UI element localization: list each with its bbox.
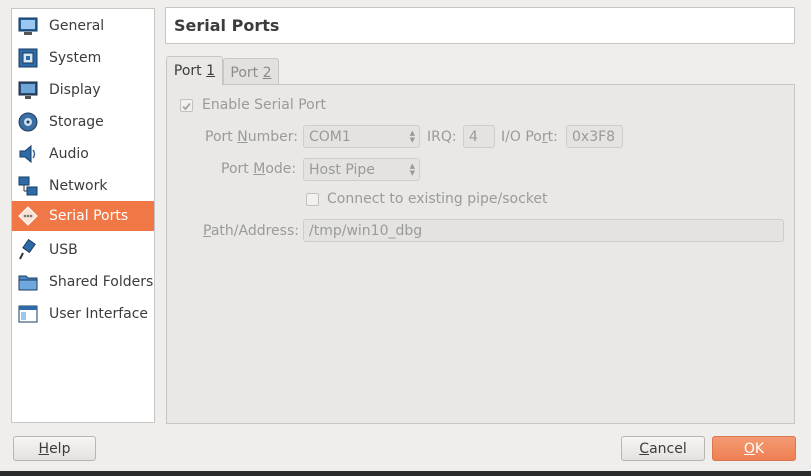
port-number-select[interactable]: COM1 ▲ ▼	[303, 125, 420, 148]
connect-existing-pipe-label: Connect to existing pipe/socket	[327, 191, 548, 207]
label-mnemonic: M	[253, 161, 266, 177]
connect-existing-pipe-checkbox[interactable]	[306, 193, 319, 206]
io-port-field[interactable]: 0x3F8	[566, 125, 623, 148]
label-part: ath/Address:	[210, 223, 299, 239]
sidebar-item-label: USB	[49, 242, 78, 258]
sidebar-item-storage[interactable]: Storage	[12, 107, 154, 137]
enable-serial-port-checkbox[interactable]	[180, 99, 193, 112]
path-address-label: Path/Address:	[203, 223, 299, 239]
sidebar-item-system[interactable]: System	[12, 43, 154, 73]
select-spin-icon: ▲ ▼	[409, 129, 415, 144]
path-address-field[interactable]: /tmp/win10_dbg	[303, 219, 784, 242]
button-mnemonic: O	[743, 440, 755, 457]
tab-label-mnemonic: 2	[262, 64, 272, 81]
settings-sidebar: General System Display Storage Audio Net…	[11, 8, 155, 423]
sidebar-item-display[interactable]: Display	[12, 75, 154, 105]
cancel-button[interactable]: Cancel	[621, 436, 705, 461]
port-mode-select[interactable]: Host Pipe ▲ ▼	[303, 158, 420, 181]
page-header: Serial Ports	[165, 7, 795, 44]
label-part: Port	[221, 161, 254, 177]
tab-port-1[interactable]: Port 1	[166, 56, 223, 85]
display-monitor-icon	[18, 81, 38, 99]
page-title: Serial Ports	[174, 16, 280, 35]
label-mnemonic: P	[203, 223, 211, 239]
tab-label: Port 2	[230, 65, 271, 81]
tab-label-mnemonic: 1	[206, 63, 216, 79]
serial-port-icon	[18, 206, 38, 226]
sidebar-item-shared-folders[interactable]: Shared Folders	[12, 267, 154, 297]
sidebar-item-network[interactable]: Network	[12, 171, 154, 201]
io-port-value: 0x3F8	[572, 128, 616, 145]
tab-label-prefix: Port	[173, 63, 207, 79]
button-label: ancel	[649, 440, 687, 457]
label-part: Port	[205, 129, 238, 145]
select-spin-icon: ▲ ▼	[409, 162, 415, 177]
user-interface-icon	[18, 305, 38, 323]
button-mnemonic: H	[38, 440, 50, 457]
irq-label: IRQ:	[427, 129, 457, 145]
io-port-label: I/O Port:	[501, 129, 558, 145]
tab-label-prefix: Port	[230, 64, 263, 81]
irq-value: 4	[469, 128, 478, 145]
ok-button[interactable]: OK	[712, 436, 796, 461]
shared-folder-icon	[18, 275, 38, 291]
sidebar-item-user-interface[interactable]: User Interface	[12, 299, 154, 329]
label-part: ode:	[265, 161, 297, 177]
sidebar-item-serial-ports[interactable]: Serial Ports	[12, 201, 154, 231]
port-mode-label: Port Mode:	[221, 161, 296, 177]
storage-disk-icon	[18, 112, 38, 132]
label-part: umber:	[247, 129, 298, 145]
label-mnemonic: N	[237, 129, 248, 145]
sidebar-item-label: Network	[49, 178, 108, 194]
system-chip-icon	[18, 48, 38, 68]
irq-field[interactable]: 4	[463, 125, 495, 148]
sidebar-item-label: General	[49, 18, 105, 34]
label-part: I/O Po	[501, 129, 542, 145]
sidebar-item-label: Shared Folders	[49, 274, 154, 290]
button-mnemonic: C	[639, 440, 650, 457]
tab-port-2[interactable]: Port 2	[223, 58, 279, 86]
sidebar-item-label: Audio	[49, 146, 89, 162]
port-mode-value: Host Pipe	[309, 161, 375, 178]
background-window-strip	[0, 471, 811, 476]
button-label: K	[754, 440, 765, 457]
sidebar-item-audio[interactable]: Audio	[12, 139, 154, 169]
general-monitor-icon	[18, 17, 38, 35]
sidebar-item-label: Storage	[49, 114, 104, 130]
sidebar-item-label: System	[49, 50, 102, 66]
sidebar-item-label: Serial Ports	[49, 208, 129, 224]
path-address-value: /tmp/win10_dbg	[309, 222, 423, 239]
sidebar-item-usb[interactable]: USB	[12, 235, 154, 265]
button-label: elp	[49, 440, 71, 457]
port-number-value: COM1	[309, 128, 351, 145]
port-number-label: Port Number:	[205, 129, 298, 145]
usb-icon	[19, 239, 36, 260]
checkmark-icon	[182, 102, 191, 111]
enable-serial-port-label: Enable Serial Port	[202, 97, 326, 113]
tab-label: Port 1	[174, 63, 215, 79]
audio-speaker-icon	[19, 144, 36, 164]
sidebar-item-label: Display	[49, 82, 101, 98]
sidebar-item-general[interactable]: General	[12, 11, 154, 41]
help-button[interactable]: Help	[13, 436, 96, 461]
network-icon	[18, 176, 38, 196]
sidebar-item-label: User Interface	[49, 306, 149, 322]
label-part: t:	[547, 129, 558, 145]
